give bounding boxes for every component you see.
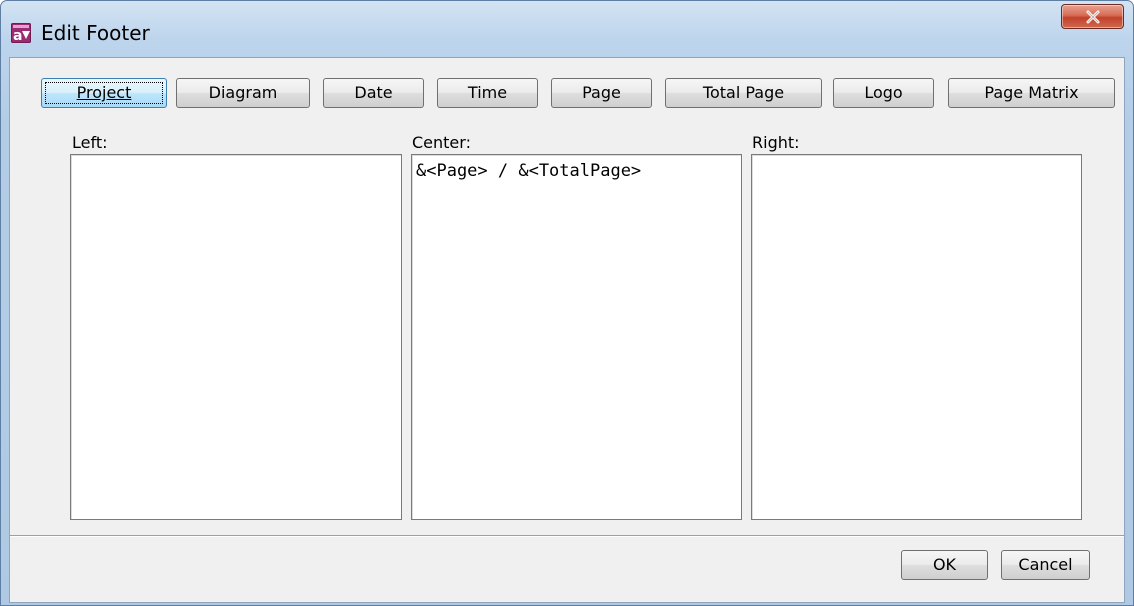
center-textarea[interactable]: &<Page> / &<TotalPage> — [411, 154, 742, 520]
total-page-button-label: Total Page — [702, 83, 785, 102]
right-textarea[interactable] — [751, 154, 1082, 520]
token-toolbar: Project Diagram Date Time Page Total Pag… — [10, 58, 1124, 538]
page-matrix-button-label: Page Matrix — [984, 83, 1079, 102]
app-icon: a — [11, 23, 31, 43]
ok-button-label: OK — [932, 555, 957, 574]
page-matrix-button[interactable]: Page Matrix — [948, 78, 1115, 108]
page-button-label: Page — [582, 83, 621, 102]
logo-button-label: Logo — [864, 83, 903, 102]
logo-button[interactable]: Logo — [833, 78, 934, 108]
right-label: Right: — [752, 133, 800, 152]
page-button[interactable]: Page — [551, 78, 652, 108]
date-button[interactable]: Date — [323, 78, 424, 108]
total-page-button[interactable]: Total Page — [665, 78, 822, 108]
time-button-label: Time — [467, 83, 508, 102]
center-label: Center: — [412, 133, 471, 152]
window-title: Edit Footer — [41, 21, 150, 45]
cancel-button-label: Cancel — [1018, 555, 1073, 574]
left-label: Left: — [72, 133, 108, 152]
edit-footer-dialog: a Edit Footer Project Diagram Date Time … — [0, 0, 1134, 606]
left-textarea[interactable] — [70, 154, 402, 520]
time-button[interactable]: Time — [437, 78, 538, 108]
separator-highlight — [10, 536, 1124, 537]
diagram-button[interactable]: Diagram — [176, 78, 310, 108]
diagram-button-label: Diagram — [208, 83, 278, 102]
title-bar[interactable]: a Edit Footer — [1, 1, 1133, 63]
svg-text:a: a — [13, 28, 22, 43]
project-button-label: Project — [76, 83, 132, 102]
date-button-label: Date — [354, 83, 393, 102]
ok-button[interactable]: OK — [901, 550, 988, 580]
close-icon — [1086, 10, 1100, 24]
cancel-button[interactable]: Cancel — [1001, 550, 1090, 580]
project-button[interactable]: Project — [41, 78, 167, 108]
dialog-content: Project Diagram Date Time Page Total Pag… — [9, 57, 1125, 603]
close-button[interactable] — [1061, 4, 1124, 29]
